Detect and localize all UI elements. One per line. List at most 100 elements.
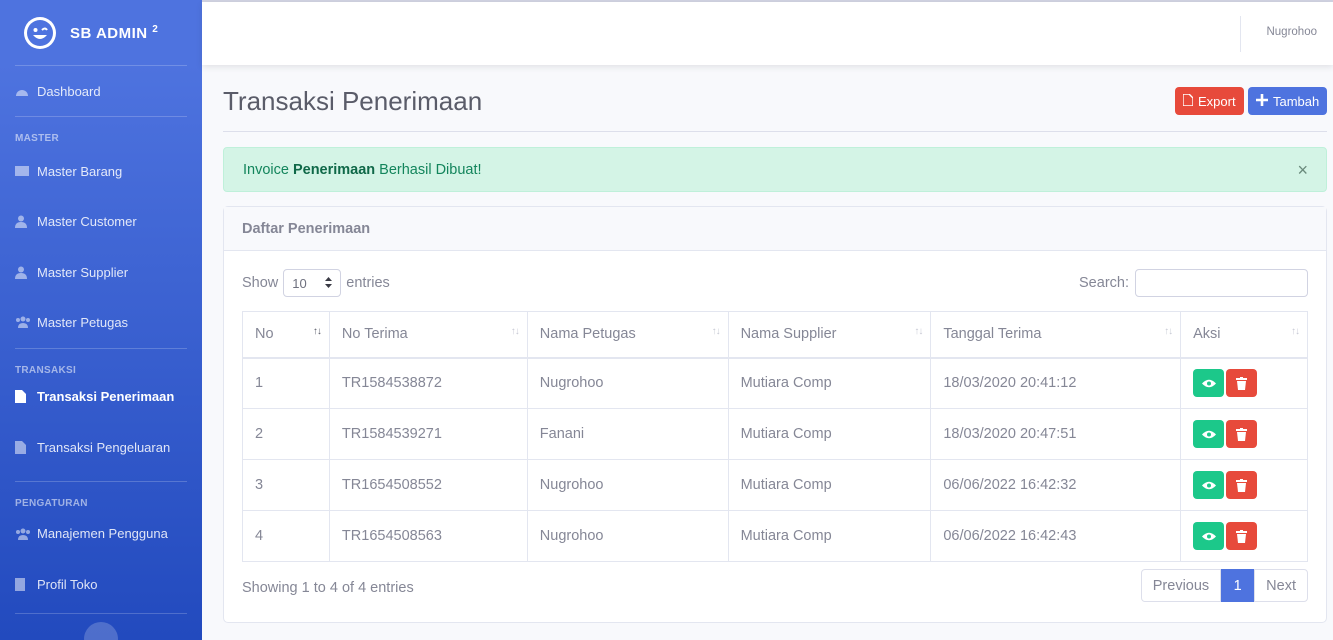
cell-nama-petugas: Fanani: [526, 408, 729, 460]
alert-suffix: Berhasil Dibuat!: [379, 161, 482, 178]
view-button[interactable]: [1193, 369, 1225, 398]
user-name[interactable]: Nugrohoo: [1266, 26, 1317, 38]
box-icon: [15, 165, 37, 177]
cell-no-terima: TR1654508552: [328, 459, 528, 511]
sidebar-item-master-supplier[interactable]: Master Supplier: [0, 248, 202, 296]
sidebar-item-dashboard[interactable]: Dashboard: [0, 66, 202, 116]
users-icon: [15, 316, 37, 328]
cell-tanggal-terima: 18/03/2020 20:47:51: [930, 408, 1182, 460]
sidebar-item-label: Master Barang: [37, 163, 123, 179]
sidebar-item-master-petugas[interactable]: Master Petugas: [0, 296, 202, 348]
penerimaan-card: Daftar Penerimaan Show 10 entries Search…: [223, 206, 1327, 623]
sidebar-item-master-customer[interactable]: Master Customer: [0, 195, 202, 248]
cell-nama-supplier: Mutiara Comp: [727, 357, 932, 409]
page-length-value: 10: [292, 275, 307, 291]
cell-tanggal-terima: 06/06/2022 16:42:43: [930, 510, 1182, 562]
sidebar-item-label: Master Supplier: [37, 264, 129, 280]
previous-page-button[interactable]: Previous: [1140, 569, 1222, 602]
column-header-nama-petugas[interactable]: Nama Petugas ↑↓: [526, 311, 729, 359]
sidebar-item-transaksi-penerimaan[interactable]: Transaksi Penerimaan: [0, 379, 202, 413]
card-title: Daftar Penerimaan: [224, 207, 1326, 251]
cell-aksi: [1180, 357, 1308, 409]
topbar: Nugrohoo: [202, 2, 1333, 65]
cell-no: 4: [242, 510, 330, 562]
delete-button[interactable]: [1226, 369, 1258, 398]
sidebar-heading-pengaturan: PENGATURAN: [15, 498, 88, 509]
view-button[interactable]: [1193, 522, 1225, 550]
topbar-divider: [1240, 16, 1241, 52]
title-divider: [223, 131, 1327, 132]
users-icon: [15, 528, 37, 540]
sidebar-item-label: Profil Toko: [37, 576, 98, 592]
column-header-tanggal-terima[interactable]: Tanggal Terima ↑↓: [930, 311, 1182, 359]
trash-icon: [1236, 529, 1248, 543]
table-row: 4 TR1654508563 Nugrohoo Mutiara Comp 06/…: [242, 510, 1308, 562]
table-header-row: No ↑↓ No Terima ↑↓ Nama Petugas ↑↓ Nama Sup…: [242, 311, 1308, 359]
table-row: 1 TR1584538872 Nugrohoo Mutiara Comp 18/…: [242, 357, 1308, 409]
cell-tanggal-terima: 06/06/2022 16:42:32: [930, 459, 1182, 511]
page-title: Transaksi Penerimaan: [223, 86, 483, 116]
delete-button[interactable]: [1226, 471, 1258, 499]
sidebar-toggle-button[interactable]: [84, 622, 118, 640]
delete-button[interactable]: [1226, 420, 1258, 448]
next-page-button[interactable]: Next: [1254, 569, 1308, 602]
add-label: Tambah: [1273, 93, 1320, 109]
column-header-no[interactable]: No ↑↓: [242, 311, 330, 359]
trash-icon: [1236, 376, 1248, 390]
file-pdf-icon: [1182, 92, 1194, 109]
sidebar-item-label: Master Petugas: [37, 314, 129, 330]
file-icon: [15, 440, 37, 454]
sort-icon: ↑↓: [711, 326, 721, 337]
sort-icon: ↑↓: [510, 326, 520, 337]
cell-no: 2: [242, 408, 330, 460]
sort-arrows-icon: [325, 276, 333, 291]
sidebar-item-profil-toko[interactable]: Profil Toko: [0, 555, 202, 613]
cell-nama-petugas: Nugrohoo: [526, 357, 729, 409]
cell-aksi: [1180, 459, 1308, 511]
sidebar-item-label: Master Customer: [37, 214, 137, 229]
sidebar-item-transaksi-pengeluaran[interactable]: Transaksi Pengeluaran: [0, 413, 202, 481]
sidebar-item-label: Dashboard: [37, 83, 101, 99]
sidebar-item-master-barang[interactable]: Master Barang: [0, 147, 202, 195]
brand-name: SB ADMIN 2: [70, 23, 159, 42]
search-input[interactable]: [1135, 269, 1308, 297]
column-header-no-terima[interactable]: No Terima ↑↓: [328, 311, 528, 359]
export-button[interactable]: Export: [1175, 87, 1244, 115]
view-button[interactable]: [1193, 420, 1225, 448]
sidebar-heading-master: MASTER: [15, 133, 60, 144]
add-button[interactable]: Tambah: [1248, 87, 1327, 115]
view-button[interactable]: [1193, 471, 1225, 499]
alert-prefix: Invoice: [243, 161, 289, 178]
close-icon[interactable]: ×: [1297, 160, 1308, 181]
table-info: Showing 1 to 4 of 4 entries: [242, 580, 414, 596]
eye-icon: [1201, 379, 1216, 387]
cell-no-terima: TR1654508563: [328, 510, 528, 562]
search-control: Search:: [1079, 269, 1308, 297]
cell-nama-petugas: Nugrohoo: [526, 459, 729, 511]
sidebar-heading-transaksi: TRANSAKSI: [15, 365, 77, 376]
sidebar-brand[interactable]: SB ADMIN 2: [0, 0, 202, 65]
cell-no: 1: [242, 357, 330, 409]
plus-icon: [1256, 93, 1268, 109]
delete-button[interactable]: [1226, 522, 1258, 550]
trash-icon: [1236, 478, 1248, 492]
column-header-aksi[interactable]: Aksi ↑↓: [1180, 311, 1308, 359]
export-label: Export: [1198, 93, 1236, 109]
sort-icon: ↑↓: [1164, 326, 1173, 337]
sidebar: SB ADMIN 2 Dashboard MASTER Master Baran…: [0, 0, 202, 640]
sidebar-item-manajemen-pengguna[interactable]: Manajemen Pengguna: [0, 512, 202, 555]
show-label: Show: [242, 275, 279, 291]
cell-tanggal-terima: 18/03/2020 20:41:12: [930, 357, 1182, 409]
page-length-select[interactable]: 10: [283, 269, 342, 297]
table-row: 2 TR1584539271 Fanani Mutiara Comp 18/03…: [242, 408, 1308, 460]
sort-icon: ↑↓: [914, 326, 923, 337]
page-length-control: Show 10 entries: [242, 269, 390, 297]
user-icon: [15, 215, 37, 228]
sort-icon: ↑↓: [1291, 326, 1300, 337]
search-label: Search:: [1079, 275, 1129, 291]
column-header-nama-supplier[interactable]: Nama Supplier ↑↓: [727, 311, 932, 359]
page-1-button[interactable]: 1: [1221, 569, 1255, 602]
alert-strong: Penerimaan: [292, 161, 376, 178]
table-row: 3 TR1654508552 Nugrohoo Mutiara Comp 06/…: [242, 459, 1308, 511]
trash-icon: [1236, 427, 1248, 441]
